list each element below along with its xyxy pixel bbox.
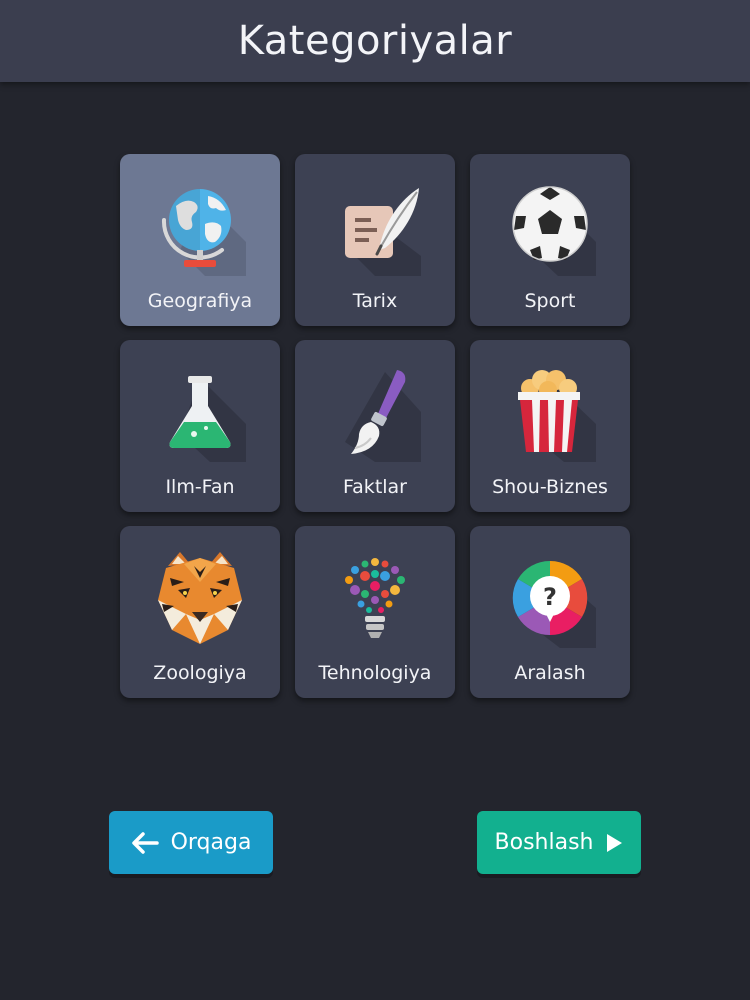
category-tehnologiya[interactable]: Tehnologiya	[295, 526, 455, 698]
category-faktlar[interactable]: Faktlar	[295, 340, 455, 512]
category-label: Faktlar	[342, 476, 407, 498]
svg-text:?: ?	[543, 583, 557, 611]
lightbulb-icon	[325, 548, 425, 648]
category-label: Geografiya	[147, 290, 253, 312]
category-sport[interactable]: Sport	[470, 154, 630, 326]
start-button[interactable]: Boshlash	[477, 811, 641, 874]
header-bar: Kategoriyalar	[0, 0, 750, 82]
category-label: Shou-Biznes	[492, 476, 608, 498]
category-label: Tarix	[352, 290, 398, 312]
category-zoologiya[interactable]: Zoologiya	[120, 526, 280, 698]
soccer-ball-icon	[500, 176, 600, 276]
category-shou-biznes[interactable]: Shou-Biznes	[470, 340, 630, 512]
category-label: Aralash	[514, 662, 586, 684]
paintbrush-icon	[325, 362, 425, 462]
category-ilm-fan[interactable]: Ilm-Fan	[120, 340, 280, 512]
category-grid: Geografiya Tarix Sport Ilm-Fan Faktlar S…	[120, 154, 630, 698]
flask-icon	[150, 362, 250, 462]
category-label: Sport	[524, 290, 576, 312]
category-geografiya[interactable]: Geografiya	[120, 154, 280, 326]
play-icon	[607, 833, 623, 852]
popcorn-icon	[500, 362, 600, 462]
category-aralash[interactable]: ? Aralash	[470, 526, 630, 698]
category-tarix[interactable]: Tarix	[295, 154, 455, 326]
globe-icon	[150, 176, 250, 276]
arrow-left-icon	[131, 831, 159, 854]
category-label: Tehnologiya	[318, 662, 432, 684]
back-button-label: Orqaga	[170, 830, 252, 855]
category-label: Ilm-Fan	[165, 476, 235, 498]
tiger-icon	[150, 548, 250, 648]
page-title: Kategoriyalar	[237, 18, 513, 64]
start-button-label: Boshlash	[494, 830, 594, 855]
category-label: Zoologiya	[153, 662, 247, 684]
scroll-quill-icon	[325, 176, 425, 276]
back-button[interactable]: Orqaga	[109, 811, 273, 874]
question-wheel-icon: ?	[500, 548, 600, 648]
